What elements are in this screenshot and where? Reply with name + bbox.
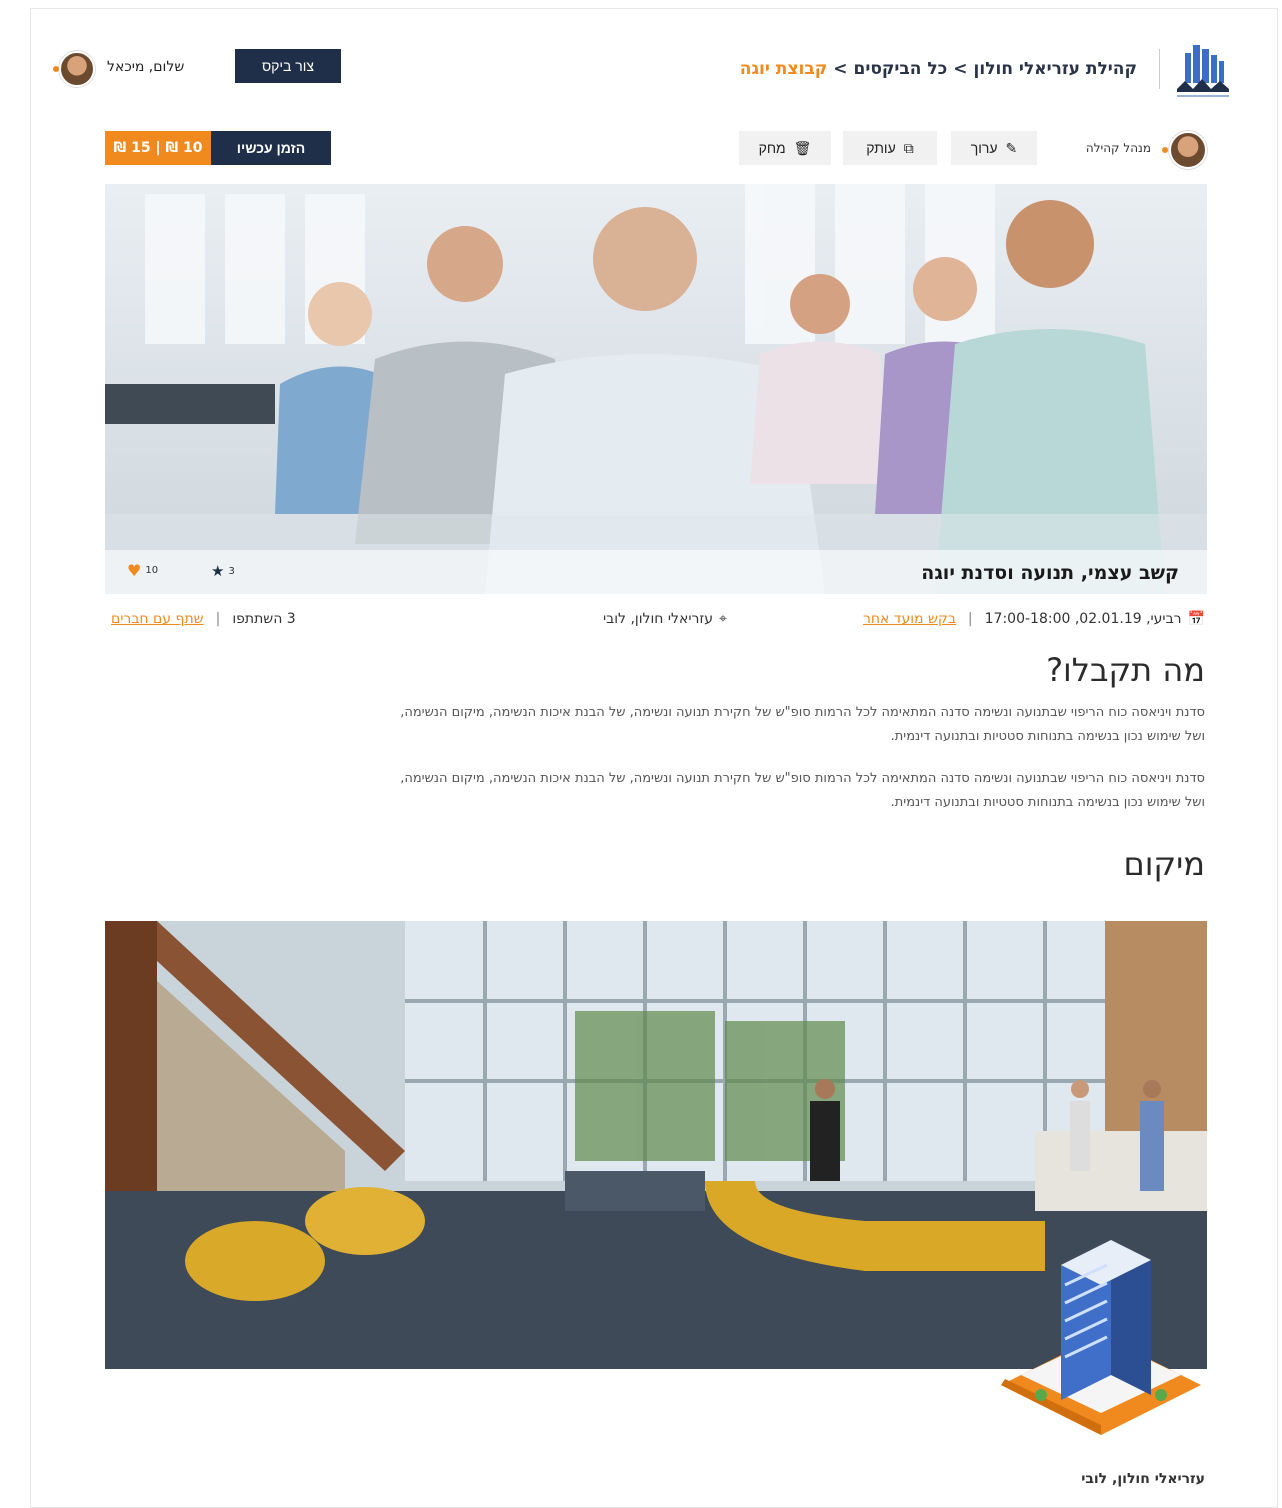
event-datetime-text: רביעי, 02.01.19, 17:00-18:00 (984, 611, 1182, 627)
event-hero-image: קשב עצמי, תנועה וסדנת יוגה ★ 3 ♥ 10 (105, 184, 1207, 594)
pencil-icon: ✎ (1005, 139, 1018, 156)
rating-count: 3 (228, 565, 235, 577)
create-visit-button[interactable]: צור ביקס (235, 49, 341, 83)
map-pin-icon: ⌖ (718, 611, 727, 627)
logo-icon[interactable] (1171, 41, 1237, 101)
breadcrumb-separator: > (953, 59, 968, 79)
header-divider (1159, 49, 1160, 89)
copy-icon: ⧉ (903, 139, 914, 156)
event-datetime: 📅 רביעי, 02.01.19, 17:00-18:00 | בקש מוע… (863, 611, 1205, 627)
breadcrumb-all-visits[interactable]: כל הביקסים (853, 59, 947, 79)
user-avatar[interactable] (59, 51, 95, 87)
participants-share: 3 השתתפו | שתף עם חברים (111, 611, 296, 627)
admin-avatar (1169, 131, 1207, 169)
likes-widget[interactable]: ♥ 10 (127, 561, 158, 580)
event-location: ⌖ עזריאלי חולון, לובי (603, 611, 727, 627)
copy-button[interactable]: ⧉ עותק (843, 131, 937, 165)
meta-divider: | (215, 611, 221, 627)
edit-label: ערוך (970, 140, 998, 156)
rating-widget[interactable]: ★ 3 (211, 562, 235, 580)
breadcrumb-current[interactable]: קבוצת יוגה (740, 59, 827, 79)
admin-status-dot (1162, 147, 1168, 153)
price-badge: 10 ₪ | 15 ₪ (105, 131, 211, 165)
copy-label: עותק (866, 140, 896, 156)
event-title: קשב עצמי, תנועה וסדנת יוגה (921, 562, 1179, 584)
breadcrumb-community[interactable]: קהילת עזריאלי חולון (974, 59, 1137, 79)
breadcrumb-separator: > (833, 59, 848, 79)
delete-button[interactable]: 🗑 מחק (739, 131, 831, 165)
section-heading-what-you-get: מה תקבלו? (1046, 651, 1205, 689)
breadcrumb: קהילת עזריאלי חולון>כל הביקסים>קבוצת יוג… (740, 59, 1137, 79)
description-paragraph: סדנת ויניאסה כוח הריפוי שבתנועה ונשימה ס… (400, 705, 1205, 744)
section-heading-location: מיקום (1123, 845, 1205, 883)
building-icon (1001, 1240, 1201, 1435)
event-location-text: עזריאלי חולון, לובי (603, 611, 713, 627)
likes-count: 10 (145, 565, 159, 576)
participants-count: 3 השתתפו (232, 611, 296, 627)
page: קהילת עזריאלי חולון>כל הביקסים>קבוצת יוג… (30, 8, 1278, 1508)
share-link[interactable]: שתף עם חברים (111, 611, 204, 627)
star-icon: ★ (211, 562, 225, 580)
admin-label: מנהל קהילה (1085, 141, 1151, 155)
delete-label: מחק (758, 140, 786, 156)
yoga-class-photo (105, 184, 1207, 594)
description-paragraph: סדנת ויניאסה כוח הריפוי שבתנועה ונשימה ס… (400, 771, 1205, 810)
edit-button[interactable]: ✎ ערוך (951, 131, 1037, 165)
location-name: עזריאלי חולון, לובי (1081, 1471, 1205, 1487)
online-status-dot (53, 66, 59, 72)
heart-icon: ♥ (127, 561, 142, 580)
order-now-button[interactable]: הזמן עכשיו (211, 131, 331, 165)
request-other-time-link[interactable]: בקש מועד אחר (863, 611, 956, 627)
trash-icon: 🗑 (793, 139, 812, 156)
calendar-icon: 📅 (1187, 611, 1205, 627)
meta-divider: | (967, 611, 973, 627)
user-greeting: שלום, מיכאל (107, 59, 185, 75)
